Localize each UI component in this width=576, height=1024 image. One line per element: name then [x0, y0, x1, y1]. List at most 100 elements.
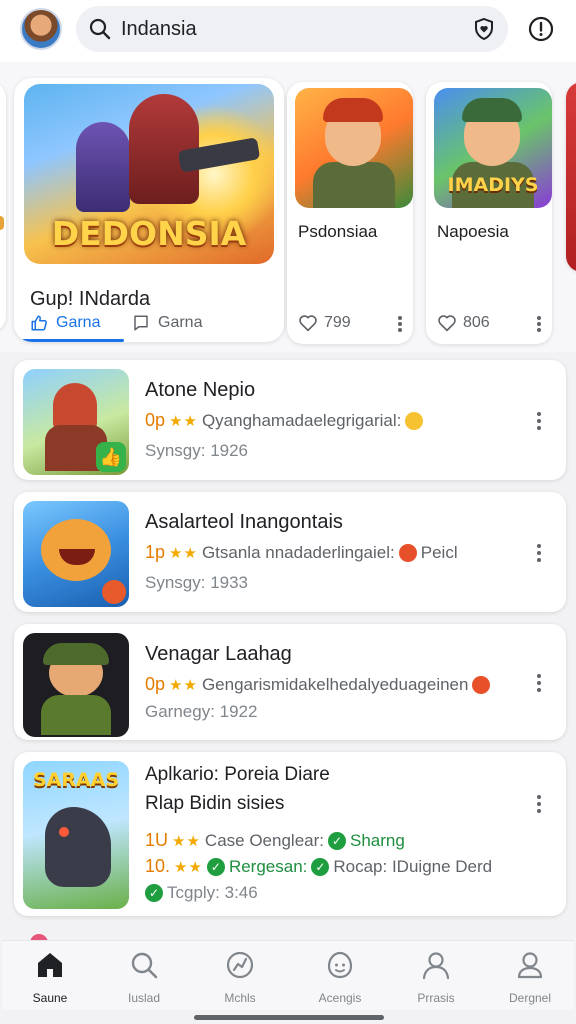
rank-label: 0p	[145, 410, 166, 430]
thumb-creature	[45, 807, 111, 887]
emoji-icon	[405, 411, 424, 430]
list-item-rating: 0p ★★ Gengarismidakelhedalyeduageinen	[145, 674, 491, 695]
art-hair	[323, 98, 383, 122]
star-rating: ★★	[174, 858, 203, 876]
more-options-icon[interactable]	[532, 542, 546, 564]
more-options-icon[interactable]	[393, 314, 407, 334]
list-item-rating: 10. ★★ ✓ Rergesan: ✓ Rocap: IDuigne Derd	[145, 856, 492, 877]
list-item-meta: Synsgy: 1933	[145, 573, 249, 592]
more-options-icon[interactable]	[532, 672, 546, 694]
gesture-bar[interactable]	[194, 1015, 384, 1020]
list-item[interactable]: 👍 Atone Nepio 0p ★★ Qyanghamadaelegrigar…	[14, 360, 566, 480]
list-item-title: Venagar Laahag	[145, 643, 292, 665]
check-icon: ✓	[328, 831, 346, 850]
list-item-subtitle: Rlap Bidin sisies	[145, 793, 285, 814]
status-label: Sharng	[350, 830, 405, 850]
rank-label: 1p	[145, 542, 166, 562]
featured-card-art	[295, 88, 413, 208]
check-icon: ✓	[311, 857, 330, 876]
nav-item-home[interactable]: Saune	[2, 949, 98, 1005]
nav-label: Prrasis	[417, 991, 455, 1005]
carousel-prev-card[interactable]	[0, 82, 6, 332]
carousel-next-card[interactable]	[566, 82, 576, 272]
featured-actions: Garna Garna	[14, 314, 284, 342]
game-thumbnail: 👍	[23, 369, 129, 475]
nav-item-face[interactable]: Acengis	[292, 949, 388, 1005]
nav-item-search[interactable]: Iuslad	[96, 949, 192, 1005]
featured-card-title: Psdonsiaa	[298, 222, 378, 241]
list-item-desc: Case Oenglear:	[204, 830, 324, 850]
heart-icon	[438, 315, 456, 332]
list-item-meta: Synsgy: 1926	[145, 441, 249, 460]
thumb-figure	[53, 383, 97, 431]
art-hair	[462, 98, 522, 122]
featured-card-logo: IMADIYS	[447, 174, 539, 196]
status-label: Rergesan:	[228, 856, 308, 876]
more-options-icon[interactable]	[532, 793, 546, 815]
check-icon: ✓	[145, 884, 163, 902]
nav-label: Mchls	[224, 991, 256, 1005]
list-item-meta: ✓ Tcgply: 3:46	[145, 883, 258, 903]
nav-item-account[interactable]: Dergnel	[482, 949, 576, 1005]
nav-label: Dergnel	[508, 991, 552, 1005]
list-item-time: Tcgply: 3:46	[167, 883, 258, 902]
star-rating: ★★	[172, 832, 201, 850]
bottom-navigation: Saune Iuslad Mchls Acengis Prrasis Dergn…	[2, 940, 574, 1010]
featured-carousel[interactable]: DEDONSIA Gup! INdarda Garna Garna Psdons…	[0, 62, 576, 352]
list-item[interactable]: SARAAS Aplkario: Poreia Diare Rlap Bidin…	[14, 752, 566, 916]
like-button[interactable]: 799	[298, 314, 351, 332]
emoji-icon	[398, 543, 417, 562]
game-thumbnail	[23, 633, 129, 737]
game-thumbnail	[23, 501, 129, 607]
alert-icon[interactable]	[528, 16, 554, 42]
more-options-icon[interactable]	[532, 410, 546, 432]
list-item-desc: Gtsanla nnadaderlingaiel:	[201, 542, 395, 562]
comment-action-button[interactable]: Garna	[132, 314, 202, 332]
thumb-character-body	[41, 695, 111, 735]
featured-card-art: IMADIYS	[434, 88, 552, 208]
comment-icon	[134, 315, 148, 331]
thumb-badge: 👍	[96, 442, 126, 472]
list-item-desc: Rocap: IDuigne Derd	[333, 856, 493, 876]
featured-card-title: Napoesia	[437, 222, 509, 241]
comment-action-label: Garna	[158, 314, 203, 331]
list-item-rating: 0p ★★ Qyanghamadaelegrigarial:	[145, 410, 424, 431]
list-item-title: Asalarteol Inangontais	[145, 511, 343, 533]
peek-badge	[0, 216, 4, 230]
gauge-icon	[226, 951, 254, 979]
star-rating: ★★	[169, 544, 198, 562]
list-item[interactable]: Venagar Laahag 0p ★★ Gengarismidakelheda…	[14, 624, 566, 740]
like-count: 799	[324, 314, 351, 331]
rank-label: 0p	[145, 674, 166, 694]
list-item-meta: Garnegy: 1922	[145, 702, 258, 721]
featured-card-2[interactable]: IMADIYS Napoesia 806	[426, 82, 552, 344]
nav-item-gauge[interactable]: Mchls	[192, 949, 288, 1005]
search-input[interactable]: Indansia	[121, 18, 197, 41]
like-action-label: Garna	[56, 314, 101, 331]
like-action-button[interactable]: Garna	[30, 314, 100, 332]
featured-title: Gup! INdarda	[30, 288, 151, 310]
thumbs-up-icon	[31, 315, 47, 331]
thumb-character-hat	[43, 643, 109, 665]
avatar[interactable]	[20, 8, 62, 50]
shield-heart-icon[interactable]	[472, 17, 496, 41]
featured-card-main[interactable]: DEDONSIA Gup! INdarda Garna Garna	[14, 78, 284, 342]
more-options-icon[interactable]	[532, 314, 546, 334]
nav-label: Saune	[32, 991, 68, 1005]
nav-label: Iuslad	[127, 991, 161, 1005]
like-button[interactable]: 806	[437, 314, 490, 332]
list-item-title: Atone Nepio	[145, 379, 256, 401]
list-item[interactable]: Asalarteol Inangontais 1p ★★ Gtsanla nna…	[14, 492, 566, 612]
rank-label: 10.	[145, 856, 171, 876]
featured-game-art: DEDONSIA	[24, 84, 274, 264]
featured-card-1[interactable]: Psdonsiaa 799	[287, 82, 413, 344]
search-bar[interactable]: Indansia	[76, 6, 508, 52]
nav-item-person[interactable]: Prrasis	[388, 949, 484, 1005]
star-rating: ★★	[169, 676, 198, 694]
list-item-desc: Gengarismidakelhedalyeduageinen	[201, 674, 469, 694]
person-icon	[422, 952, 450, 980]
list-item-rating: 1U ★★ Case Oenglear: ✓ Sharng	[145, 830, 405, 851]
featured-art-logo: DEDONSIA	[51, 214, 247, 253]
list-item-title: Aplkario: Poreia Diare	[145, 764, 330, 785]
list-item-rating: 1p ★★ Gtsanla nnadaderlingaiel: Peicl	[145, 542, 458, 563]
